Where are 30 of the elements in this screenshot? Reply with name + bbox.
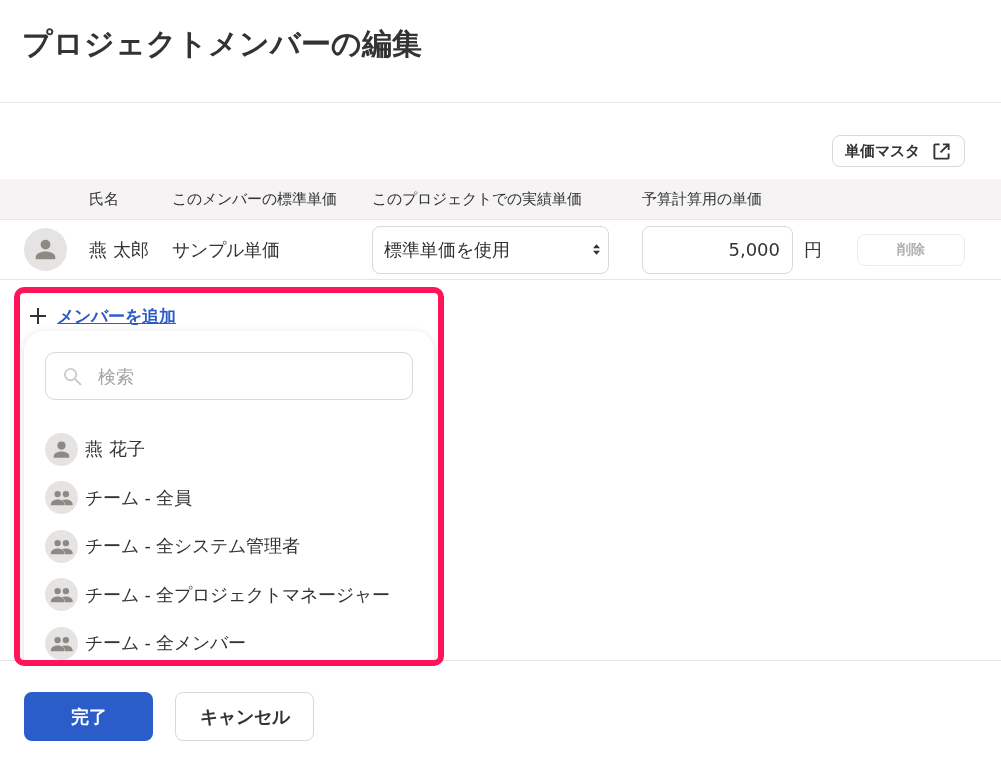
member-name: 燕 太郎	[89, 237, 149, 262]
person-avatar-icon	[24, 228, 67, 271]
group-avatar-icon	[45, 578, 78, 612]
dropdown-item[interactable]: チーム - 全メンバー	[45, 619, 413, 660]
dropdown-item[interactable]: チーム - 全システム管理者	[45, 522, 413, 571]
dropdown-item[interactable]: チーム - 全員	[45, 473, 413, 522]
group-avatar-icon	[45, 626, 78, 660]
column-header: 予算計算用の単価	[642, 189, 762, 209]
dropdown-item[interactable]: 燕 花子	[45, 425, 413, 474]
standard-price: サンプル単価	[172, 237, 280, 262]
budget-price-input[interactable]: 5,000	[642, 225, 793, 274]
actual-price-select[interactable]: 標準単価を使用	[372, 225, 609, 274]
search-field[interactable]: 検索	[45, 352, 413, 400]
column-header: 氏名	[89, 189, 119, 209]
dropdown-item[interactable]: チーム - 全プロジェクトマネージャー	[45, 570, 413, 619]
search-icon	[63, 366, 82, 386]
updown-caret-icon	[593, 244, 600, 255]
currency-unit: 円	[804, 237, 822, 262]
done-button[interactable]: 完了	[24, 692, 153, 741]
column-header: このメンバーの標準単価	[172, 189, 337, 209]
add-member-link[interactable]: メンバーを追加	[57, 304, 176, 328]
cancel-button[interactable]: キャンセル	[175, 692, 314, 741]
column-header: このプロジェクトでの実績単価	[372, 189, 582, 209]
group-avatar-icon	[45, 529, 78, 563]
plus-icon	[30, 308, 46, 324]
page-title: プロジェクトメンバーの編集	[22, 25, 422, 63]
unit-price-master-button[interactable]: 単価マスタ	[832, 135, 965, 167]
person-avatar-icon	[45, 432, 78, 466]
group-avatar-icon	[45, 481, 78, 515]
external-link-icon	[932, 141, 951, 161]
